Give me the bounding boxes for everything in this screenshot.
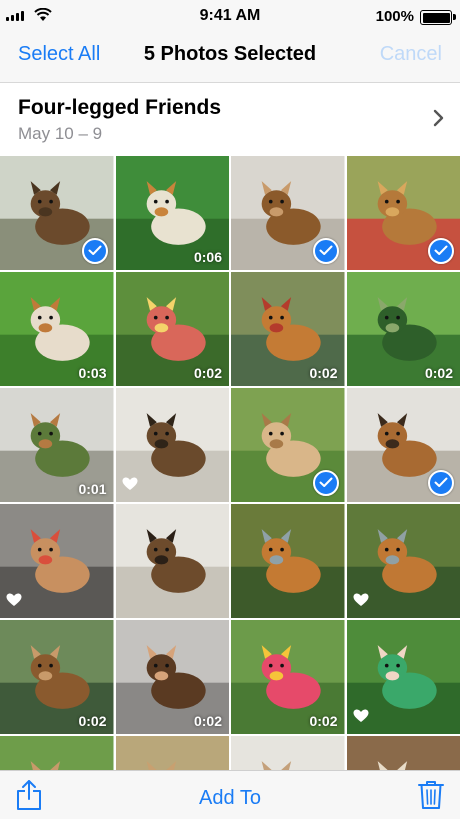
bottom-toolbar: Add To: [0, 770, 460, 819]
favorite-heart-icon: [6, 593, 22, 612]
photo-thumbnail[interactable]: [116, 504, 230, 618]
photo-thumbnail[interactable]: [231, 504, 345, 618]
video-duration: 0:02: [309, 365, 337, 381]
photo-thumbnail[interactable]: 0:01: [0, 388, 114, 502]
selected-checkmark-icon: [313, 238, 339, 264]
video-duration: 0:02: [194, 365, 222, 381]
video-duration: 0:01: [78, 481, 106, 497]
photo-thumbnail[interactable]: [347, 736, 460, 770]
navigation-bar: Select All 5 Photos Selected Cancel: [0, 32, 460, 83]
video-duration: 0:02: [425, 365, 453, 381]
photo-thumbnail[interactable]: [347, 156, 460, 270]
video-duration: 0:06: [194, 249, 222, 265]
video-duration: 0:02: [78, 713, 106, 729]
photo-thumbnail[interactable]: 0:02: [116, 272, 230, 386]
selected-checkmark-icon: [313, 470, 339, 496]
video-duration: 0:02: [194, 713, 222, 729]
photo-thumbnail[interactable]: [231, 736, 345, 770]
trash-icon[interactable]: [418, 780, 444, 810]
select-all-button[interactable]: Select All: [18, 43, 100, 66]
photo-thumbnail[interactable]: [347, 504, 460, 618]
photo-grid: 0:06 0:03 0:02 0:02 0:02 0:01 0:02 0:02 0:02: [0, 156, 460, 770]
photo-thumbnail[interactable]: [231, 388, 345, 502]
battery-icon: [420, 10, 452, 25]
photo-thumbnail[interactable]: 0:03: [0, 272, 114, 386]
photo-thumbnail[interactable]: 0:02: [0, 620, 114, 734]
photo-thumbnail[interactable]: 0:02: [116, 620, 230, 734]
photo-thumbnail[interactable]: [0, 156, 114, 270]
photo-thumbnail[interactable]: [347, 620, 460, 734]
share-icon[interactable]: [16, 779, 42, 811]
chevron-right-icon: [433, 109, 444, 127]
photo-thumbnail[interactable]: [116, 388, 230, 502]
photo-thumbnail[interactable]: [116, 736, 230, 770]
photo-thumbnail[interactable]: 0:02: [231, 620, 345, 734]
photo-thumbnail[interactable]: [231, 156, 345, 270]
photo-thumbnail[interactable]: [0, 736, 114, 770]
photo-thumbnail[interactable]: 0:06: [116, 156, 230, 270]
favorite-heart-icon: [122, 477, 138, 496]
album-date: May 10 – 9: [18, 124, 102, 144]
album-header[interactable]: Four-legged Friends May 10 – 9: [0, 83, 460, 156]
favorite-heart-icon: [353, 593, 369, 612]
cancel-button[interactable]: Cancel: [380, 43, 442, 66]
selected-checkmark-icon: [82, 238, 108, 264]
photo-thumbnail[interactable]: 0:02: [347, 272, 460, 386]
favorite-heart-icon: [353, 709, 369, 728]
selected-checkmark-icon: [428, 470, 454, 496]
video-duration: 0:03: [78, 365, 106, 381]
album-title: Four-legged Friends: [18, 96, 221, 120]
selected-checkmark-icon: [428, 238, 454, 264]
photo-thumbnail[interactable]: [347, 388, 460, 502]
photo-thumbnail[interactable]: [0, 504, 114, 618]
status-bar: 9:41 AM 100%: [0, 0, 460, 32]
battery-percent: 100%: [376, 8, 414, 25]
photo-thumbnail[interactable]: 0:02: [231, 272, 345, 386]
video-duration: 0:02: [309, 713, 337, 729]
add-to-button[interactable]: Add To: [199, 787, 261, 809]
